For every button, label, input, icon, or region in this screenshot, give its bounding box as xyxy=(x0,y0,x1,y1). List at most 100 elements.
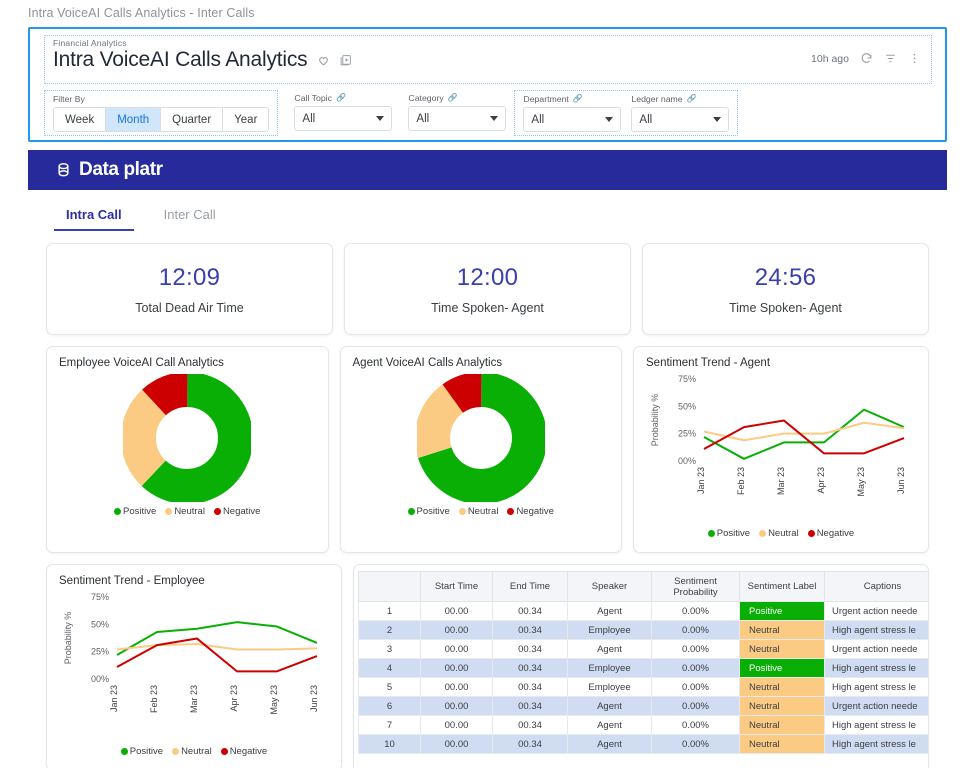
table-cell-caption: High agent stress le xyxy=(824,715,928,735)
table-column-header[interactable]: Speaker xyxy=(567,571,652,602)
table-row[interactable]: 5 00.00 00.34 Employee 0.00% Neutral High agen… xyxy=(358,677,928,697)
charts-row-2: Sentiment Trend - Employee 00% 25% 50% 75% J… xyxy=(46,564,929,768)
table-row[interactable]: 7 00.00 00.34 Agent 0.00% Neutral High agent s… xyxy=(358,715,928,735)
table-cell-sentiment-probability: 0.00% xyxy=(651,734,740,754)
department-select[interactable]: All xyxy=(523,107,622,132)
table-row[interactable]: 10 00.00 00.34 Agent 0.00% Neutral High agent … xyxy=(358,734,928,754)
legend-label: Neutral xyxy=(768,528,799,539)
legend-swatch xyxy=(507,507,515,515)
legend-item-neutral[interactable]: Neutral xyxy=(458,506,498,517)
heart-icon[interactable] xyxy=(317,54,330,67)
chevron-down-icon xyxy=(376,116,385,121)
legend-item-positive[interactable]: Positive xyxy=(114,506,156,517)
table-cell-end-time: 00.34 xyxy=(492,620,568,640)
legend-item-negative[interactable]: Negative xyxy=(807,528,855,539)
table-cell-row-number: 4 xyxy=(358,658,421,678)
table-cell-speaker: Agent xyxy=(567,601,652,621)
legend-item-negative[interactable]: Negative xyxy=(213,506,260,517)
table-cell-caption: Urgent action neede xyxy=(824,601,928,621)
table-column-header[interactable] xyxy=(358,571,421,602)
table-cell-sentiment-probability: 0.00% xyxy=(651,677,740,697)
call-topic-label: Call Topic 🔗 xyxy=(294,93,346,103)
legend-item-neutral[interactable]: Neutral xyxy=(172,746,212,757)
y-tick-label: 75% xyxy=(678,374,696,384)
chart-title: Agent VoiceAI Calls Analytics xyxy=(352,357,503,369)
tab-inter-call[interactable]: Inter Call xyxy=(152,204,228,231)
tab-intra-call[interactable]: Intra Call xyxy=(54,204,134,231)
chart-card-sentiment-trend-employee[interactable]: Sentiment Trend - Employee 00% 25% 50% 75% J… xyxy=(46,564,342,768)
ledger-name-group: Ledger name 🔗 All xyxy=(631,93,730,132)
table-cell-sentiment-probability: 0.00% xyxy=(651,715,740,735)
x-tick-label: May 23 xyxy=(856,467,866,497)
filter-icon[interactable] xyxy=(884,52,897,65)
table-cell-start-time: 00.00 xyxy=(420,696,493,716)
legend-item-negative[interactable]: Negative xyxy=(507,506,554,517)
chart-title: Employee VoiceAI Call Analytics xyxy=(59,357,224,369)
chart-legend: Positive Neutral Negative xyxy=(646,528,916,539)
kpi-card-dead-air[interactable]: 12:09 Total Dead Air Time xyxy=(46,243,333,335)
x-tick-label: Jun 23 xyxy=(896,467,906,494)
chart-card-agent-donut[interactable]: Agent VoiceAI Calls Analytics Positive Ne… xyxy=(339,346,622,553)
table-column-header[interactable]: Sentiment Probability xyxy=(651,571,740,602)
table-cell-caption: Urgent action neede xyxy=(824,696,928,716)
category-select[interactable]: All xyxy=(408,106,507,131)
legend-item-positive[interactable]: Positive xyxy=(120,746,163,757)
legend-label: Negative xyxy=(816,528,855,539)
ledger-name-select[interactable]: All xyxy=(631,107,730,132)
legend-item-neutral[interactable]: Neutral xyxy=(165,506,205,517)
legend-item-negative[interactable]: Negative xyxy=(220,746,267,757)
department-value: All xyxy=(531,113,545,126)
table-cell-row-number: 1 xyxy=(358,601,421,621)
y-axis-label: Probability % xyxy=(650,394,660,447)
kpi-card-time-spoken-agent-2[interactable]: 24:56 Time Spoken- Agent xyxy=(642,243,929,335)
table-cell-sentiment-label: Neutral xyxy=(739,715,825,735)
period-segmented-control[interactable]: Week Month Quarter Year xyxy=(53,107,270,132)
kebab-menu-icon[interactable] xyxy=(908,52,921,65)
table-column-header[interactable]: End Time xyxy=(492,571,568,602)
table-row[interactable]: 2 00.00 00.34 Employee 0.00% Neutral High agen… xyxy=(358,620,928,640)
legend-item-positive[interactable]: Positive xyxy=(707,528,750,539)
legend-label: Negative xyxy=(516,506,554,517)
refresh-icon[interactable] xyxy=(860,52,873,65)
kpi-card-time-spoken-agent-1[interactable]: 12:00 Time Spoken- Agent xyxy=(344,243,631,335)
transcript-table: Start Time End Time Speaker Sentiment Proba… xyxy=(358,571,928,754)
table-cell-sentiment-label: Neutral xyxy=(739,639,825,659)
chart-card-sentiment-trend-agent[interactable]: Sentiment Trend - Agent 00% 25% 50% 75% Jan … xyxy=(633,346,929,553)
period-week[interactable]: Week xyxy=(54,108,107,131)
line-chart-employee: 00% 25% 50% 75% Jan 23 Feb 23 Mar 23 Apr 23 May … xyxy=(59,587,329,742)
line-chart-agent: 00% 25% 50% 75% Jan 23 Feb 23 Mar 23 Apr 23 May … xyxy=(646,369,916,524)
table-row[interactable]: 4 00.00 00.34 Employee 0.00% Positive High age… xyxy=(358,658,928,678)
table-cell-end-time: 00.34 xyxy=(492,677,568,697)
chevron-down-icon xyxy=(605,117,614,122)
dashboard-header-panel: Financial Analytics Intra VoiceAI Calls … xyxy=(28,27,947,142)
kpi-row: 12:09 Total Dead Air Time 12:00 Time Spo… xyxy=(46,243,929,335)
donut-employee xyxy=(59,374,316,502)
period-quarter[interactable]: Quarter xyxy=(161,108,224,131)
y-tick-label: 50% xyxy=(678,401,696,411)
chart-card-employee-donut[interactable]: Employee VoiceAI Call Analytics Positive… xyxy=(46,346,329,553)
table-cell-start-time: 00.00 xyxy=(420,639,493,659)
chart-legend: Positive Neutral Negative xyxy=(59,506,316,517)
legend-item-positive[interactable]: Positive xyxy=(407,506,450,517)
legend-item-neutral[interactable]: Neutral xyxy=(759,528,799,539)
call-topic-select[interactable]: All xyxy=(294,106,393,131)
table-column-header[interactable]: Sentiment Label xyxy=(739,571,825,602)
x-tick-label: Jun 23 xyxy=(309,685,319,712)
transcript-table-card[interactable]: Start Time End Time Speaker Sentiment Proba… xyxy=(353,564,929,768)
page-title: Intra VoiceAI Calls Analytics xyxy=(53,48,308,71)
legend-label: Neutral xyxy=(174,506,205,517)
table-row[interactable]: 6 00.00 00.34 Agent 0.00% Neutral Urgent actio… xyxy=(358,696,928,716)
add-to-collection-icon[interactable] xyxy=(339,54,352,67)
period-month[interactable]: Month xyxy=(106,108,162,131)
chart-legend: Positive Neutral Negative xyxy=(59,746,329,757)
department-ledger-group: Department 🔗 All Ledger name 🔗 All xyxy=(514,90,739,136)
chevron-down-icon xyxy=(490,116,499,121)
line-series-negative xyxy=(703,419,905,455)
table-row[interactable]: 3 00.00 00.34 Agent 0.00% Neutral Urgent actio… xyxy=(358,639,928,659)
period-year[interactable]: Year xyxy=(223,108,269,131)
department-label: Department 🔗 xyxy=(523,94,583,104)
table-column-header[interactable]: Captions xyxy=(824,571,928,602)
table-row[interactable]: 1 00.00 00.34 Agent 0.00% Positive Urgent acti… xyxy=(358,601,928,621)
table-column-header[interactable]: Start Time xyxy=(420,571,493,602)
kpi-label: Total Dead Air Time xyxy=(135,300,244,315)
